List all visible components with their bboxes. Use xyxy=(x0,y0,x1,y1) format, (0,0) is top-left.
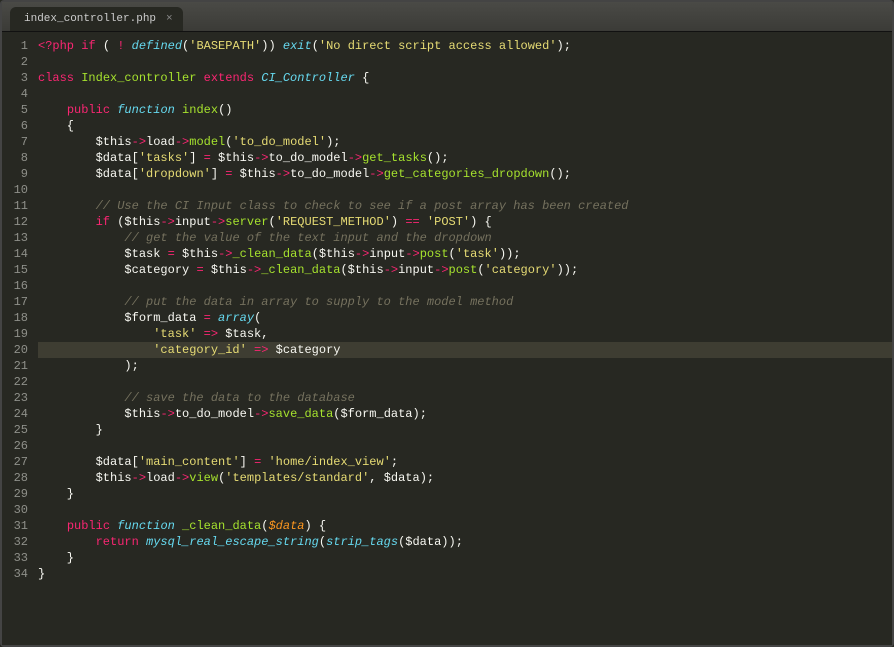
code-line: // put the data in array to supply to th… xyxy=(38,294,892,310)
code-line xyxy=(38,278,892,294)
code-line: $task = $this->_clean_data($this->input-… xyxy=(38,246,892,262)
line-number: 20 xyxy=(2,342,28,358)
tab-active[interactable]: index_controller.php × xyxy=(10,7,183,31)
code-line: if ($this->input->server('REQUEST_METHOD… xyxy=(38,214,892,230)
code-line: $this->load->model('to_do_model'); xyxy=(38,134,892,150)
code-line: class Index_controller extends CI_Contro… xyxy=(38,70,892,86)
code-line: 'task' => $task, xyxy=(38,326,892,342)
code-line: // save the data to the database xyxy=(38,390,892,406)
code-line: $data['tasks'] = $this->to_do_model->get… xyxy=(38,150,892,166)
line-number: 21 xyxy=(2,358,28,374)
line-number: 4 xyxy=(2,86,28,102)
code-content[interactable]: <?php if ( ! defined('BASEPATH')) exit('… xyxy=(38,38,892,645)
line-number: 25 xyxy=(2,422,28,438)
line-number: 15 xyxy=(2,262,28,278)
code-line: $data['main_content'] = 'home/index_view… xyxy=(38,454,892,470)
code-line: // get the value of the text input and t… xyxy=(38,230,892,246)
line-number: 10 xyxy=(2,182,28,198)
code-line xyxy=(38,502,892,518)
line-number: 3 xyxy=(2,70,28,86)
close-icon[interactable]: × xyxy=(166,14,173,25)
line-number: 27 xyxy=(2,454,28,470)
code-line: return mysql_real_escape_string(strip_ta… xyxy=(38,534,892,550)
line-number: 19 xyxy=(2,326,28,342)
tab-bar: index_controller.php × xyxy=(2,2,892,32)
code-line: // Use the CI Input class to check to se… xyxy=(38,198,892,214)
code-line: public function _clean_data($data) { xyxy=(38,518,892,534)
code-line: { xyxy=(38,118,892,134)
line-number: 23 xyxy=(2,390,28,406)
line-number: 11 xyxy=(2,198,28,214)
code-line: $this->to_do_model->save_data($form_data… xyxy=(38,406,892,422)
code-line: } xyxy=(38,422,892,438)
line-number: 17 xyxy=(2,294,28,310)
code-line: $form_data = array( xyxy=(38,310,892,326)
code-line: } xyxy=(38,550,892,566)
code-editor[interactable]: 1 2 3 4 5 6 7 8 9 10 11 12 13 14 15 16 1… xyxy=(2,32,892,645)
line-number: 6 xyxy=(2,118,28,134)
line-number: 31 xyxy=(2,518,28,534)
line-number: 26 xyxy=(2,438,28,454)
tab-filename: index_controller.php xyxy=(24,13,156,25)
line-number: 2 xyxy=(2,54,28,70)
line-number: 28 xyxy=(2,470,28,486)
line-number: 34 xyxy=(2,566,28,582)
line-number: 8 xyxy=(2,150,28,166)
line-number: 5 xyxy=(2,102,28,118)
line-number: 30 xyxy=(2,502,28,518)
code-line xyxy=(38,54,892,70)
line-number: 18 xyxy=(2,310,28,326)
code-line xyxy=(38,182,892,198)
code-line: } xyxy=(38,566,892,582)
line-number: 12 xyxy=(2,214,28,230)
line-number: 22 xyxy=(2,374,28,390)
code-line-highlighted: 'category_id' => $category xyxy=(38,342,892,358)
code-line xyxy=(38,374,892,390)
code-line: $category = $this->_clean_data($this->in… xyxy=(38,262,892,278)
line-number: 9 xyxy=(2,166,28,182)
line-number: 14 xyxy=(2,246,28,262)
line-number: 32 xyxy=(2,534,28,550)
code-line: $data['dropdown'] = $this->to_do_model->… xyxy=(38,166,892,182)
line-number: 1 xyxy=(2,38,28,54)
line-number: 13 xyxy=(2,230,28,246)
code-line xyxy=(38,86,892,102)
line-number: 29 xyxy=(2,486,28,502)
line-number: 7 xyxy=(2,134,28,150)
line-number: 33 xyxy=(2,550,28,566)
code-line: ); xyxy=(38,358,892,374)
line-number-gutter: 1 2 3 4 5 6 7 8 9 10 11 12 13 14 15 16 1… xyxy=(2,38,38,645)
line-number: 24 xyxy=(2,406,28,422)
code-line: public function index() xyxy=(38,102,892,118)
line-number: 16 xyxy=(2,278,28,294)
code-line: <?php if ( ! defined('BASEPATH')) exit('… xyxy=(38,38,892,54)
code-line xyxy=(38,438,892,454)
code-line: } xyxy=(38,486,892,502)
code-line: $this->load->view('templates/standard', … xyxy=(38,470,892,486)
